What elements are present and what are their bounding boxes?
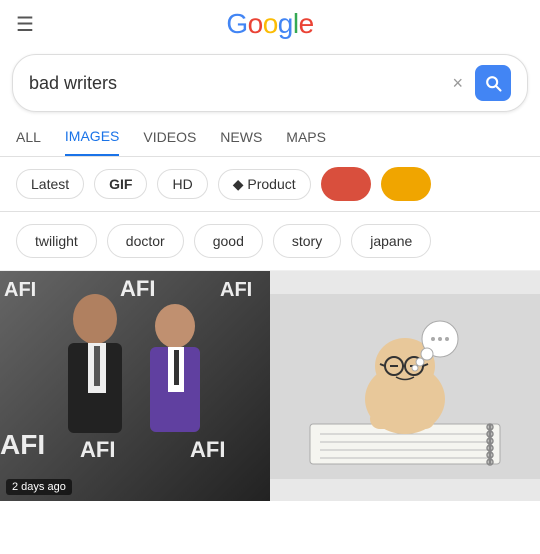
image-grid: AFI AFI AFI AFI AFI AFI 2 days ago [0,271,540,501]
tab-maps[interactable]: MAPS [286,119,326,155]
search-icon [483,73,503,93]
suggestion-doctor[interactable]: doctor [107,224,184,258]
suggestion-japane[interactable]: japane [351,224,431,258]
filter-bar: Latest GIF HD ◆ Product [0,157,540,212]
tab-news[interactable]: NEWS [220,119,262,155]
filter-hd[interactable]: HD [157,169,207,199]
tab-all[interactable]: ALL [16,119,41,155]
logo-g: G [226,8,247,39]
filter-latest[interactable]: Latest [16,169,84,199]
suggestion-chips: twilight doctor good story japane [0,212,540,271]
logo-o1: o [248,8,263,39]
search-input[interactable] [29,73,452,94]
cartoon-bg [270,271,540,501]
image-result-right[interactable]: Academics Will Always Be Bad W... al-fan… [270,271,540,501]
suggestion-story[interactable]: story [273,224,341,258]
search-submit-button[interactable] [475,65,511,101]
tab-images[interactable]: IMAGES [65,118,119,156]
image-timestamp: 2 days ago [6,479,72,495]
search-clear-icon[interactable]: × [452,73,463,94]
hamburger-menu-icon[interactable]: ☰ [16,12,34,37]
google-logo: Google [226,8,313,40]
filter-color-orange[interactable] [381,167,431,201]
logo-g2: g [278,8,293,39]
suggestion-good[interactable]: good [194,224,263,258]
search-bar: × [12,54,528,112]
filter-product[interactable]: ◆ Product [218,169,311,200]
header: ☰ Google [0,0,540,48]
filter-color-red[interactable] [321,167,371,201]
suggestion-twilight[interactable]: twilight [16,224,97,258]
search-bar-container: × [0,48,540,118]
people-silhouettes [0,271,270,456]
tab-videos[interactable]: VIDEOS [143,119,196,155]
cartoon-svg [270,294,540,479]
image-result-left[interactable]: AFI AFI AFI AFI AFI AFI 2 days ago [0,271,270,501]
image-left-bg: AFI AFI AFI AFI AFI AFI 2 days ago [0,271,270,501]
logo-o2: o [263,8,278,39]
search-tabs: ALL IMAGES VIDEOS NEWS MAPS [0,118,540,157]
filter-gif[interactable]: GIF [94,169,147,199]
logo-e: e [299,8,314,39]
